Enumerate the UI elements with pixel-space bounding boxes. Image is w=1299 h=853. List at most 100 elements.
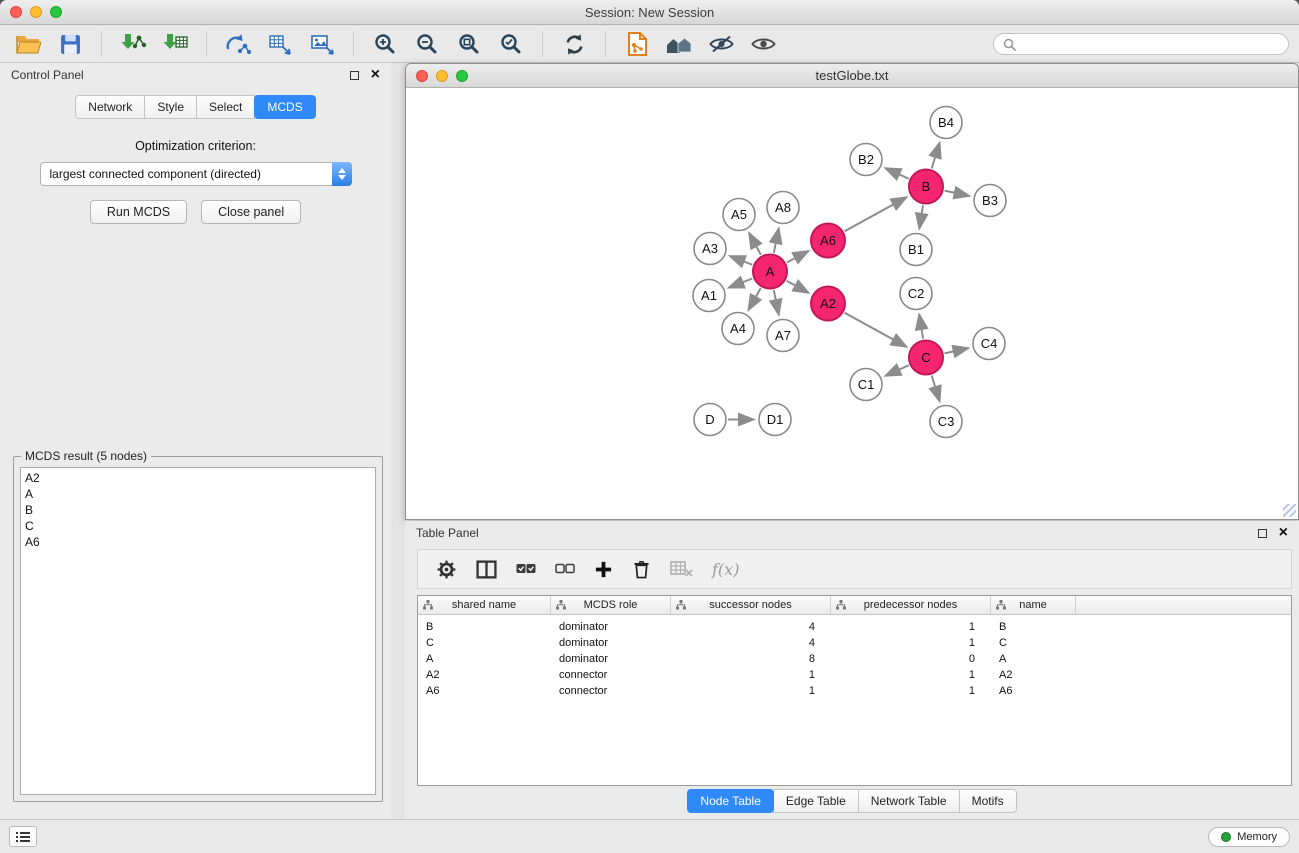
edge-A-A2[interactable] xyxy=(787,281,809,293)
edge-A6-B[interactable] xyxy=(845,197,907,231)
result-item[interactable]: A6 xyxy=(25,534,371,550)
export-table-button[interactable] xyxy=(262,29,298,59)
zoom-window-button[interactable] xyxy=(50,6,62,18)
search-icon xyxy=(1003,38,1016,51)
refresh-layout-button[interactable] xyxy=(556,29,592,59)
show-hide-button[interactable] xyxy=(745,29,781,59)
table-cell: 0 xyxy=(831,653,991,665)
trash-icon xyxy=(632,559,651,580)
edge-B-B4[interactable] xyxy=(932,143,940,169)
minimize-window-button[interactable] xyxy=(30,6,42,18)
edge-C-C1[interactable] xyxy=(885,365,909,376)
window-title: Session: New Session xyxy=(585,5,714,20)
network-window-titlebar[interactable]: testGlobe.txt xyxy=(406,64,1298,88)
close-table-panel-icon[interactable]: × xyxy=(1279,527,1288,539)
fx-icon: f(x) xyxy=(712,560,739,579)
node-label-A8: A8 xyxy=(775,200,791,215)
table-row[interactable]: Cdominator41C xyxy=(418,635,1291,651)
edge-C-C3[interactable] xyxy=(932,376,940,402)
table-row[interactable]: Adominator80A xyxy=(418,651,1291,667)
minimize-network-window-button[interactable] xyxy=(436,70,448,82)
table-cell: 1 xyxy=(831,685,991,697)
edge-A-A6[interactable] xyxy=(787,251,809,263)
column-header-shared-name[interactable]: shared name xyxy=(418,596,551,614)
run-mcds-button[interactable]: Run MCDS xyxy=(90,200,187,224)
edge-A-A3[interactable] xyxy=(730,256,753,265)
edge-B-B1[interactable] xyxy=(919,205,923,229)
edge-A-A5[interactable] xyxy=(749,233,761,255)
table-row[interactable]: A6connector11A6 xyxy=(418,683,1291,699)
tab-node-table[interactable]: Node Table xyxy=(687,789,774,813)
table-cell: A6 xyxy=(418,685,551,697)
edge-B-B2[interactable] xyxy=(885,168,909,179)
node-label-B4: B4 xyxy=(938,115,954,130)
column-header-successor-nodes[interactable]: successor nodes xyxy=(671,596,831,614)
tab-network-table[interactable]: Network Table xyxy=(858,789,960,813)
edge-C-C4[interactable] xyxy=(945,348,969,353)
deselect-all-button[interactable] xyxy=(555,555,575,583)
mcds-result-list[interactable]: A2ABCA6 xyxy=(20,467,376,795)
network-canvas[interactable]: B4B2BB3A5A8A6B1A3AC2A1A2A4A7C4CC1C3DD1 xyxy=(406,88,1298,519)
window-resize-handle[interactable] xyxy=(1283,504,1296,517)
tab-select[interactable]: Select xyxy=(196,95,255,119)
save-session-button[interactable] xyxy=(52,29,88,59)
close-network-window-button[interactable] xyxy=(416,70,428,82)
zoom-fit-button[interactable] xyxy=(451,29,487,59)
result-item[interactable]: C xyxy=(25,518,371,534)
zoom-out-button[interactable] xyxy=(409,29,445,59)
table-cell: A xyxy=(418,653,551,665)
control-panel-title: Control Panel xyxy=(11,68,84,82)
tab-motifs[interactable]: Motifs xyxy=(959,789,1017,813)
memory-button[interactable]: Memory xyxy=(1208,827,1290,847)
float-panel-icon[interactable] xyxy=(350,71,359,80)
delete-column-button[interactable] xyxy=(632,555,651,583)
network-document-button[interactable] xyxy=(619,29,655,59)
criterion-dropdown[interactable]: largest connected component (directed) xyxy=(40,162,352,186)
column-header-mcds-role[interactable]: MCDS role xyxy=(551,596,671,614)
open-session-button[interactable] xyxy=(10,29,46,59)
edge-C-C2[interactable] xyxy=(919,314,923,339)
zoom-selected-button[interactable] xyxy=(493,29,529,59)
edge-A2-C[interactable] xyxy=(845,313,907,347)
table-tabs: Node TableEdge TableNetwork TableMotifs xyxy=(405,789,1299,813)
table-body: Bdominator41BCdominator41CAdominator80AA… xyxy=(418,615,1291,699)
tab-edge-table[interactable]: Edge Table xyxy=(773,789,859,813)
export-network-button[interactable] xyxy=(220,29,256,59)
table-row[interactable]: A2connector11A2 xyxy=(418,667,1291,683)
table-settings-button[interactable] xyxy=(436,555,457,583)
edge-A-A8[interactable] xyxy=(774,228,779,253)
edge-B-B3[interactable] xyxy=(945,191,970,196)
show-columns-button[interactable] xyxy=(476,555,497,583)
result-item[interactable]: B xyxy=(25,502,371,518)
table-row[interactable]: Bdominator41B xyxy=(418,619,1291,635)
column-header-name[interactable]: name xyxy=(991,596,1076,614)
export-image-button[interactable] xyxy=(304,29,340,59)
edge-A-A4[interactable] xyxy=(748,288,760,310)
search-box[interactable] xyxy=(993,33,1289,55)
edge-A-A1[interactable] xyxy=(729,279,753,288)
close-panel-button[interactable]: Close panel xyxy=(201,200,301,224)
network-graph[interactable]: B4B2BB3A5A8A6B1A3AC2A1A2A4A7C4CC1C3DD1 xyxy=(406,88,1298,519)
eye-icon xyxy=(751,35,776,53)
task-history-button[interactable] xyxy=(9,826,37,847)
home-layouts-button[interactable] xyxy=(661,29,697,59)
result-item[interactable]: A2 xyxy=(25,470,371,486)
search-input[interactable] xyxy=(1022,37,1279,51)
float-table-panel-icon[interactable] xyxy=(1258,529,1267,538)
close-window-button[interactable] xyxy=(10,6,22,18)
column-header-predecessor-nodes[interactable]: predecessor nodes xyxy=(831,596,991,614)
select-all-button[interactable] xyxy=(516,555,536,583)
tab-network[interactable]: Network xyxy=(75,95,145,119)
zoom-network-window-button[interactable] xyxy=(456,70,468,82)
tab-style[interactable]: Style xyxy=(144,95,197,119)
close-panel-icon[interactable]: × xyxy=(371,69,380,81)
result-item[interactable]: A xyxy=(25,486,371,502)
import-table-from-file-button[interactable] xyxy=(157,29,193,59)
add-column-button[interactable] xyxy=(594,555,613,583)
toolbar-separator xyxy=(605,31,606,57)
edge-A-A7[interactable] xyxy=(774,290,779,315)
tab-mcds[interactable]: MCDS xyxy=(254,95,315,119)
zoom-in-button[interactable] xyxy=(367,29,403,59)
show-graphics-details-button[interactable] xyxy=(703,29,739,59)
import-network-from-file-button[interactable] xyxy=(115,29,151,59)
